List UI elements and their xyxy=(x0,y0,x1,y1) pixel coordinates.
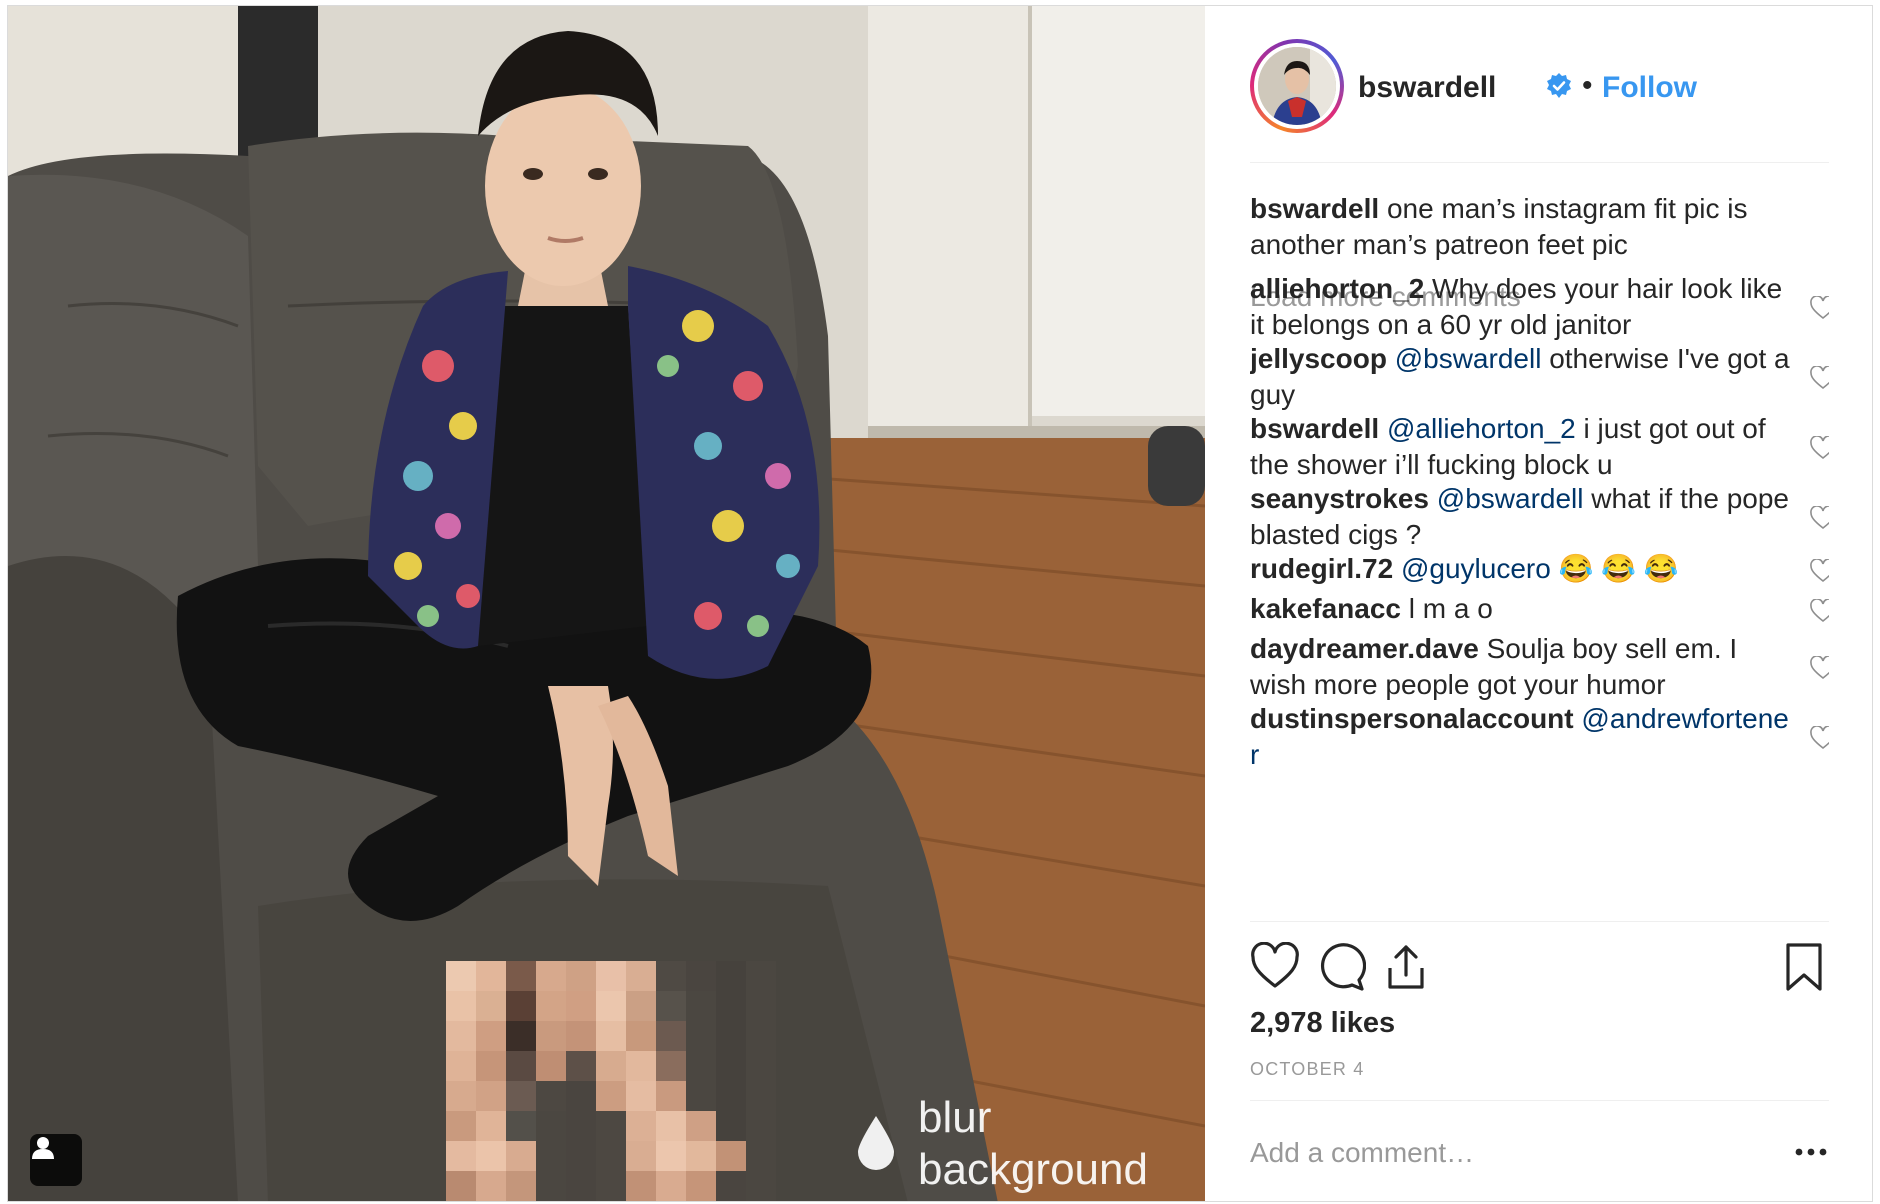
user-tag-icon xyxy=(32,1137,54,1159)
watermark-line-2: background xyxy=(918,1145,1148,1194)
share-upload-icon[interactable] xyxy=(1381,942,1431,992)
comment-username[interactable]: seanystrokes xyxy=(1250,483,1429,514)
user-tag-button[interactable] xyxy=(30,1134,82,1186)
comment-username[interactable]: rudegirl.72 xyxy=(1250,553,1393,584)
bookmark-icon[interactable] xyxy=(1779,942,1829,992)
comments-list: bswardell one man’s instagram fit pic is… xyxy=(1250,163,1829,921)
comment-item: dustinspersonalaccount @andrewfortener xyxy=(1250,701,1829,773)
comment-username[interactable]: jellyscoop xyxy=(1250,343,1387,374)
verified-badge-icon xyxy=(1547,73,1571,98)
ellipsis-icon[interactable] xyxy=(1793,1137,1829,1167)
comment-item: seanystrokes @bswardell what if the pope… xyxy=(1250,481,1829,553)
comment-like-heart-icon[interactable] xyxy=(1810,559,1829,583)
comment-item: jellyscoop @bswardell otherwise I've got… xyxy=(1250,341,1829,413)
comment-text: l m a o xyxy=(1408,593,1493,624)
post-caption: bswardell one man’s instagram fit pic is… xyxy=(1250,191,1810,263)
comment-like-heart-icon[interactable] xyxy=(1810,506,1829,530)
comment-like-heart-icon[interactable] xyxy=(1810,296,1829,320)
comment-username[interactable]: kakefanacc xyxy=(1250,593,1401,624)
comment-mention[interactable]: @bswardell xyxy=(1437,483,1584,514)
comment-like-heart-icon[interactable] xyxy=(1810,436,1829,460)
post-photo[interactable]: blur background xyxy=(8,6,1205,1201)
comment-mention[interactable]: @guylucero xyxy=(1401,553,1551,584)
comment-item: daydreamer.dave Soulja boy sell em. I wi… xyxy=(1250,631,1829,703)
comment-username[interactable]: bswardell xyxy=(1250,413,1379,444)
comment-like-heart-icon[interactable] xyxy=(1810,599,1829,623)
follow-button[interactable]: Follow xyxy=(1602,71,1697,105)
add-comment-bar xyxy=(1250,1100,1829,1201)
comment-item: alliehorton_2 Why does your hair look li… xyxy=(1250,271,1829,343)
header-separator-dot: • xyxy=(1582,69,1593,102)
add-comment-input[interactable] xyxy=(1250,1133,1730,1173)
comment-like-heart-icon[interactable] xyxy=(1810,726,1829,750)
likes-count[interactable]: 2,978 likes xyxy=(1250,1007,1395,1040)
post-frame: blur background bswardell • Follow bswar… xyxy=(7,5,1873,1202)
comment-username[interactable]: alliehorton_2 xyxy=(1250,273,1424,304)
pixelated-feet xyxy=(446,961,776,1201)
heart-icon[interactable] xyxy=(1250,942,1300,992)
comment-item: bswardell @alliehorton_2 i just got out … xyxy=(1250,411,1829,483)
comment-bubble-icon[interactable] xyxy=(1316,942,1366,992)
caption-username[interactable]: bswardell xyxy=(1250,193,1379,224)
water-drop-icon xyxy=(858,1116,894,1170)
post-date[interactable]: OCTOBER 4 xyxy=(1250,1059,1365,1080)
comment-mention[interactable]: @bswardell xyxy=(1395,343,1542,374)
comment-username[interactable]: dustinspersonalaccount xyxy=(1250,703,1574,734)
post-actions: 2,978 likes OCTOBER 4 xyxy=(1250,921,1829,1100)
avatar[interactable] xyxy=(1250,39,1344,133)
post-sidebar: bswardell • Follow bswardell one man’s i… xyxy=(1205,6,1872,1201)
comment-mention[interactable]: @alliehorton_2 xyxy=(1387,413,1576,444)
comment-like-heart-icon[interactable] xyxy=(1810,656,1829,680)
comment-like-heart-icon[interactable] xyxy=(1810,366,1829,390)
avatar-image xyxy=(1258,47,1336,125)
comment-item: rudegirl.72 @guylucero 😂 😂 😂 xyxy=(1250,551,1829,587)
post-header: bswardell • Follow xyxy=(1250,6,1829,163)
comment-text: 😂 😂 😂 xyxy=(1558,553,1679,584)
watermark-line-1: blur xyxy=(918,1093,992,1142)
comment-username[interactable]: daydreamer.dave xyxy=(1250,633,1479,664)
header-username[interactable]: bswardell xyxy=(1358,71,1496,105)
comment-item: kakefanacc l m a o xyxy=(1250,591,1829,627)
